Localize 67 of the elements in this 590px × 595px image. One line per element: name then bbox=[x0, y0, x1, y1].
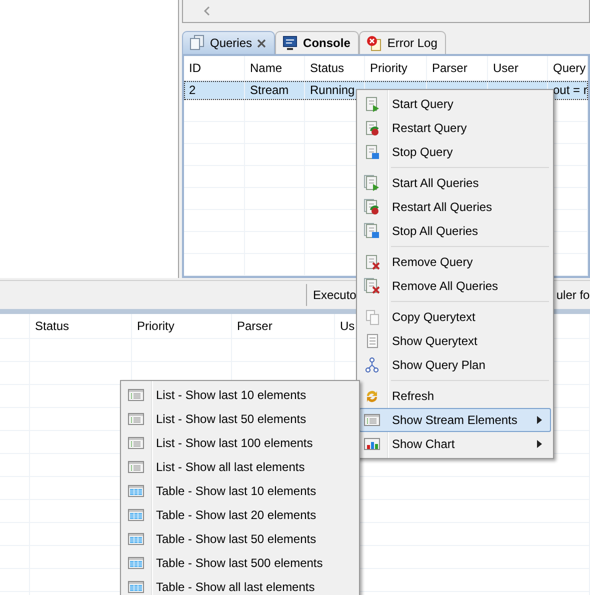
status-text: Executo bbox=[313, 288, 356, 302]
menu-item[interactable]: Copy Querytext bbox=[359, 305, 551, 329]
column-header[interactable]: Parser bbox=[427, 56, 488, 80]
monitor-icon bbox=[282, 35, 298, 51]
list-window-icon bbox=[128, 387, 144, 403]
stacked-pages-icon bbox=[189, 35, 205, 51]
menu-item[interactable]: Table - Show last 500 elements bbox=[123, 551, 357, 575]
menu-item[interactable]: Remove All Queries bbox=[359, 274, 551, 298]
stacked-pages-play-icon bbox=[364, 175, 380, 191]
page-play-icon bbox=[364, 96, 380, 112]
submenu-arrow-icon bbox=[537, 440, 542, 448]
list-window-icon bbox=[364, 412, 380, 428]
copy-icon bbox=[364, 309, 380, 325]
column-header[interactable]: Query bbox=[548, 56, 588, 80]
stacked-pages-delete-icon bbox=[364, 278, 380, 294]
list-window-icon bbox=[128, 435, 144, 451]
refresh-icon bbox=[364, 388, 380, 404]
menu-item[interactable]: Show Querytext bbox=[359, 329, 551, 353]
menu-item[interactable]: List - Show last 10 elements bbox=[123, 383, 357, 407]
page-delete-icon bbox=[364, 254, 380, 270]
menu-item[interactable]: Table - Show last 10 elements bbox=[123, 479, 357, 503]
menu-item[interactable]: Table - Show last 20 elements bbox=[123, 503, 357, 527]
error-log-icon bbox=[366, 35, 382, 51]
view-tab[interactable]: Console bbox=[275, 31, 360, 54]
column-header[interactable]: Priority bbox=[132, 314, 232, 338]
tree-diagram-icon bbox=[364, 357, 380, 373]
column-header[interactable]: User bbox=[488, 56, 548, 80]
menu-item[interactable]: Stop All Queries bbox=[359, 219, 551, 243]
menu-item[interactable]: Show Chart bbox=[359, 432, 551, 456]
table-cell: 2 bbox=[184, 81, 245, 99]
view-tab[interactable]: Queries bbox=[182, 31, 276, 54]
column-header[interactable]: Name bbox=[245, 56, 305, 80]
document-icon bbox=[364, 333, 380, 349]
list-window-icon bbox=[128, 411, 144, 427]
list-window-icon bbox=[128, 459, 144, 475]
menu-item[interactable]: List - Show all last elements bbox=[123, 455, 357, 479]
page-stop-icon bbox=[364, 144, 380, 160]
table-window-icon bbox=[128, 507, 144, 523]
stacked-pages-restart-icon bbox=[364, 199, 380, 215]
submenu-arrow-icon bbox=[537, 416, 542, 424]
menu-item[interactable]: Table - Show last 50 elements bbox=[123, 527, 357, 551]
menu-item[interactable]: Restart Query bbox=[359, 116, 551, 140]
view-tab[interactable]: Error Log bbox=[359, 31, 446, 54]
column-header[interactable]: Priority bbox=[365, 56, 427, 80]
menu-item[interactable]: List - Show last 50 elements bbox=[123, 407, 357, 431]
menu-item[interactable]: Remove Query bbox=[359, 250, 551, 274]
table-window-icon bbox=[128, 531, 144, 547]
column-header[interactable]: Parser bbox=[232, 314, 335, 338]
menu-item[interactable]: Table - Show all last elements bbox=[123, 575, 357, 595]
close-icon[interactable] bbox=[257, 38, 266, 48]
menu-item[interactable]: Restart All Queries bbox=[359, 195, 551, 219]
menu-item[interactable]: Start All Queries bbox=[359, 171, 551, 195]
column-header[interactable]: ID bbox=[184, 56, 245, 80]
table-window-icon bbox=[128, 555, 144, 571]
column-header[interactable]: Status bbox=[305, 56, 365, 80]
menu-item[interactable]: List - Show last 100 elements bbox=[123, 431, 357, 455]
status-text: uler fo bbox=[556, 288, 590, 302]
table-cell: Stream bbox=[245, 81, 305, 99]
table-window-icon bbox=[128, 483, 144, 499]
column-header[interactable]: Status bbox=[30, 314, 132, 338]
menu-item[interactable]: Show Stream Elements bbox=[359, 408, 551, 432]
menu-item[interactable]: Show Query Plan bbox=[359, 353, 551, 377]
page-restart-icon bbox=[364, 120, 380, 136]
stacked-pages-stop-icon bbox=[364, 223, 380, 239]
menu-item[interactable]: Stop Query bbox=[359, 140, 551, 164]
menu-item[interactable]: Refresh bbox=[359, 384, 551, 408]
chart-icon bbox=[364, 436, 380, 452]
